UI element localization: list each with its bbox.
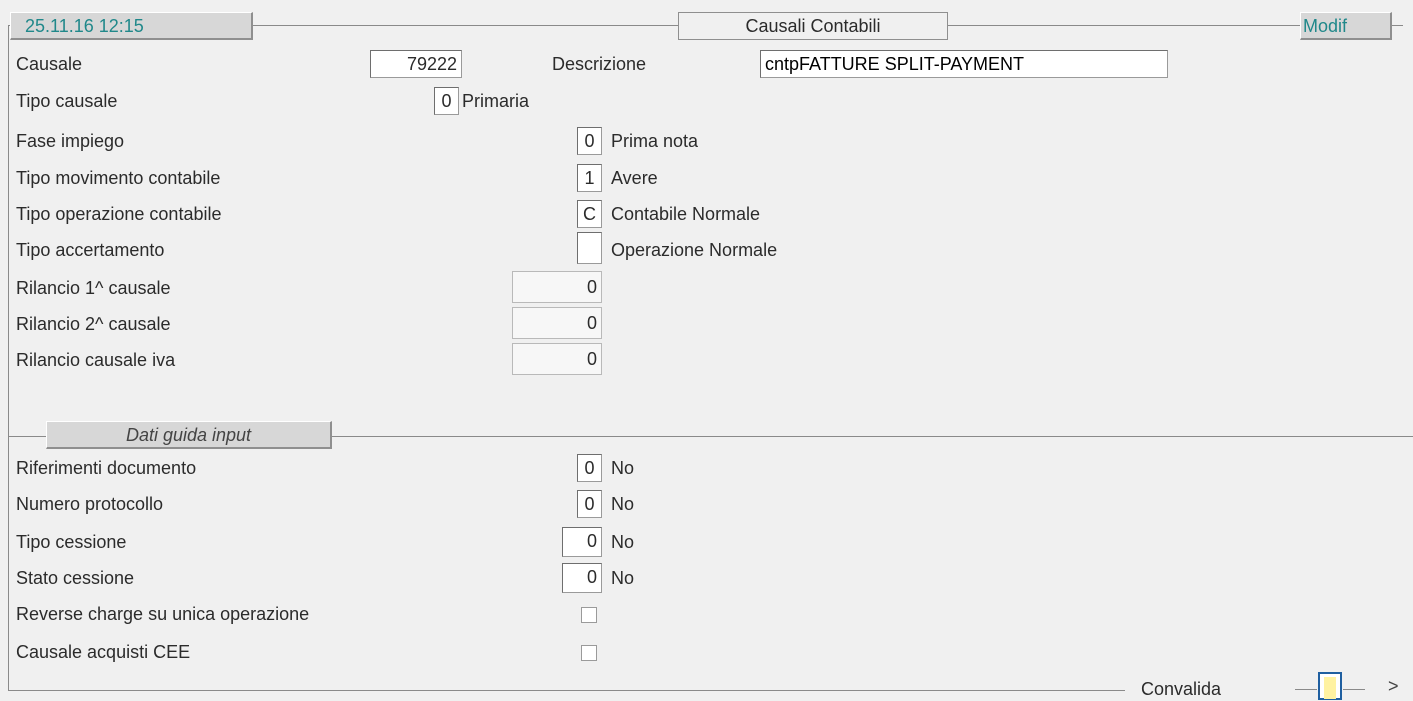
convalida-line-right [1343,689,1365,690]
rilancio-iva-label: Rilancio causale iva [16,350,176,370]
protocollo-desc: No [611,494,635,514]
tipo-cessione-desc: No [611,532,635,552]
convalida-line-left [1295,689,1317,690]
tipo-causale-field[interactable]: 0 [434,87,459,115]
tipo-movimento-field[interactable]: 1 [577,164,602,192]
fase-impiego-field[interactable]: 0 [577,127,602,155]
rilancio2-label: Rilancio 2^ causale [16,314,171,334]
reverse-charge-checkbox[interactable] [581,607,597,623]
riferimenti-field[interactable]: 0 [577,454,602,482]
left-border-line [8,25,9,690]
causale-label: Causale [16,54,83,74]
tipo-movimento-label: Tipo movimento contabile [16,168,221,188]
bottom-border-line [8,690,1125,691]
tipo-movimento-desc: Avere [611,168,658,188]
rilancio-iva-field[interactable]: 0 [512,343,602,375]
stato-cessione-field[interactable]: 0 [562,563,602,593]
tipo-operazione-desc: Contabile Normale [611,204,761,224]
form-title: Causali Contabili [678,12,948,40]
convalida-toggle[interactable] [1318,672,1342,700]
fase-impiego-label: Fase impiego [16,131,125,151]
rilancio1-label: Rilancio 1^ causale [16,278,171,298]
convalida-label: Convalida [1141,679,1222,699]
acquisti-cee-label: Causale acquisti CEE [16,642,191,662]
rilancio2-field[interactable]: 0 [512,307,602,339]
fase-impiego-desc: Prima nota [611,131,699,151]
tipo-accertamento-label: Tipo accertamento [16,240,165,260]
tipo-accertamento-field[interactable] [577,232,602,264]
rilancio1-field[interactable]: 0 [512,271,602,303]
causale-code-field[interactable]: 79222 [370,50,462,78]
tipo-accertamento-desc: Operazione Normale [611,240,778,260]
stato-cessione-label: Stato cessione [16,568,135,588]
protocollo-label: Numero protocollo [16,494,164,514]
protocollo-field[interactable]: 0 [577,490,602,518]
stato-cessione-desc: No [611,568,635,588]
timestamp-label: 25.11.16 12:15 [10,12,253,40]
riferimenti-desc: No [611,458,635,478]
dati-guida-section-title: Dati guida input [46,421,332,449]
tipo-operazione-field[interactable]: C [577,200,602,228]
tipo-causale-desc: Primaria [462,91,530,111]
reverse-charge-label: Reverse charge su unica operazione [16,604,310,624]
riferimenti-label: Riferimenti documento [16,458,197,478]
tipo-cessione-field[interactable]: 0 [562,527,602,557]
tipo-causale-label: Tipo causale [16,91,118,111]
convalida-toggle-indicator [1324,677,1336,699]
descrizione-label: Descrizione [552,54,647,74]
mode-indicator: Modif [1300,12,1392,40]
acquisti-cee-checkbox[interactable] [581,645,597,661]
tipo-operazione-label: Tipo operazione contabile [16,204,222,224]
next-arrow-icon[interactable]: > [1388,674,1399,698]
tipo-cessione-label: Tipo cessione [16,532,127,552]
descrizione-field[interactable]: cntpFATTURE SPLIT-PAYMENT [760,50,1168,78]
